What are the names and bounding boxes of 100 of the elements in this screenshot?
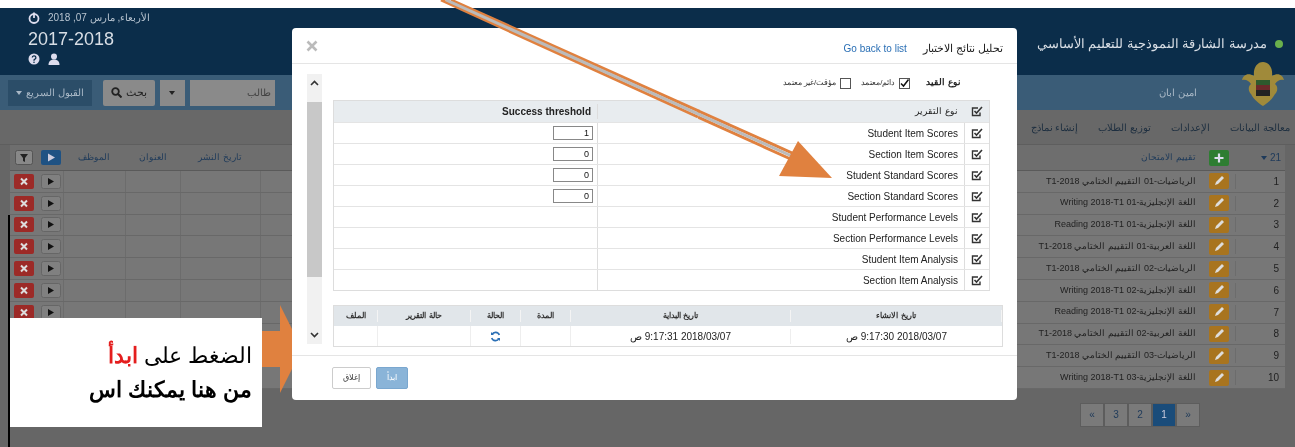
status-dot-icon (1275, 39, 1283, 48)
pencil-icon[interactable] (1208, 260, 1229, 277)
exam-name: اللغة الإنجليزية-02 Writing 2018-T1 (1059, 283, 1197, 297)
delete-icon[interactable] (14, 239, 34, 255)
report-name: Student Item Analysis (860, 252, 959, 267)
edit-check-icon[interactable] (971, 190, 983, 202)
row-number: 8 (1235, 326, 1285, 342)
scrollbar[interactable] (307, 74, 322, 344)
page-button[interactable]: » (1176, 402, 1200, 427)
report-type-column-header: نوع التقرير (913, 104, 959, 119)
report-name: Section Standard Scores (846, 189, 959, 204)
close-button[interactable]: إغلاق (332, 367, 371, 389)
report-status-column-header: حالة التقرير (378, 310, 471, 322)
threshold-input[interactable]: 1 (553, 126, 593, 140)
caret-icon (169, 90, 176, 95)
delete-icon[interactable] (14, 173, 34, 189)
page-button[interactable]: 1 (1152, 402, 1176, 427)
page-button[interactable]: « (1080, 402, 1104, 427)
edit-check-icon[interactable] (971, 148, 983, 160)
edit-check-icon[interactable] (971, 232, 983, 244)
delete-icon[interactable] (14, 217, 34, 233)
exam-name: اللغة العربية-02 التقييم الختامي 2018-T1 (1037, 327, 1197, 341)
filter-icon[interactable] (15, 150, 33, 165)
row-number: 5 (1235, 261, 1285, 277)
report-name: Section Item Scores (867, 147, 959, 162)
search-button[interactable]: بحث (102, 79, 155, 106)
start-date: 2018/03/07 9:17:31 ص (571, 328, 791, 344)
back-link[interactable]: Go back to list (843, 41, 907, 56)
row-number: 10 (1235, 370, 1285, 386)
checkbox[interactable] (899, 77, 911, 89)
created-date-column-header: تاريخ الانشاء (791, 310, 1002, 322)
caret-icon (1260, 155, 1267, 160)
menu-link[interactable]: معالجة البيانات (1230, 119, 1290, 135)
pencil-icon[interactable] (1208, 173, 1229, 190)
pencil-icon[interactable] (1208, 217, 1229, 233)
plus-icon[interactable] (1208, 149, 1229, 166)
threshold-column-header: Success threshold (334, 104, 598, 119)
threshold-input[interactable]: 0 (553, 168, 593, 182)
date-text: الأربعاء, مارس 07, 2018 (48, 11, 151, 25)
scrollbar-thumb[interactable] (307, 101, 322, 277)
edit-check-icon[interactable] (971, 211, 983, 223)
staff-column-header: الموظف (77, 150, 111, 164)
refresh-icon (490, 330, 501, 342)
publish-date-column-header: تاريخ النشر (196, 150, 243, 165)
row-number: 9 (1235, 348, 1285, 364)
pencil-icon[interactable] (1208, 238, 1229, 255)
exam-name: اللغة الإنجليزية-01 Reading 2018-T1 (1053, 218, 1197, 232)
exam-name: الرياضيات-01 التقييم الختامي 2018-T1 (1044, 174, 1197, 188)
exam-column-header: تقييم الامتحان (1140, 150, 1197, 164)
exam-name: اللغة الإنجليزية-03 Writing 2018-T1 (1059, 370, 1197, 384)
menu-link[interactable]: توزيع الطلاب (1098, 119, 1152, 135)
row-number: 3 (1235, 217, 1285, 233)
report-name: Student Item Scores (866, 126, 959, 141)
delete-icon[interactable] (14, 282, 34, 298)
pencil-icon[interactable] (1208, 369, 1229, 386)
page-button[interactable]: 2 (1128, 402, 1152, 427)
callout-text: الضغط على ابدأ (107, 339, 252, 370)
exam-name: الرياضيات-03 التقييم الختامي 2018-T1 (1044, 349, 1197, 362)
menu-link[interactable]: إنشاء نماذج (1030, 119, 1079, 135)
edit-check-icon[interactable] (971, 127, 983, 139)
search-icon (110, 87, 122, 98)
report-name: Student Performance Levels (830, 210, 959, 225)
pencil-icon[interactable] (1208, 347, 1229, 364)
report-name: Section Item Analysis (861, 273, 959, 288)
edit-check-icon[interactable] (970, 106, 983, 117)
user-name: امين ابان (1159, 86, 1197, 100)
edit-check-icon[interactable] (971, 253, 983, 265)
pencil-icon[interactable] (1208, 325, 1229, 342)
edit-check-icon[interactable] (971, 169, 983, 181)
pencil-icon[interactable] (1208, 282, 1229, 299)
threshold-input[interactable]: 0 (553, 147, 593, 161)
exam-name: اللغة الإنجليزية-01 Writing 2018-T1 (1059, 196, 1197, 210)
exam-name: اللغة العربية-01 التقييم الختامي 2018-T1 (1037, 240, 1197, 254)
pencil-icon[interactable] (1208, 195, 1229, 212)
row-number: 1 (1235, 173, 1285, 189)
play-icon[interactable] (40, 304, 61, 320)
threshold-input[interactable]: 0 (553, 189, 593, 203)
chevron-up-icon[interactable] (310, 80, 319, 86)
menu-link[interactable]: الإعدادات (1171, 119, 1211, 135)
status-column-header: الحالة (471, 310, 521, 322)
report-name: Section Performance Levels (831, 231, 959, 246)
modal-title: تحليل نتائج الاختبار (922, 41, 1003, 57)
edit-check-icon[interactable] (971, 274, 983, 286)
checkbox-label: مؤقت/غير معتمد (782, 77, 837, 89)
delete-icon[interactable] (14, 261, 34, 277)
checkbox-label: دائم/معتمد (861, 77, 896, 89)
quick-admission-dropdown[interactable]: القبول السريع (8, 79, 92, 106)
search-field[interactable]: طالب (189, 79, 275, 106)
chevron-down-icon[interactable] (310, 332, 319, 338)
callout-text: من هنا يمكنك اس (88, 375, 252, 405)
delete-icon[interactable] (14, 195, 34, 211)
page-button[interactable]: 3 (1104, 402, 1128, 427)
title-column-header: العنوان (137, 150, 168, 164)
pencil-icon[interactable] (1208, 304, 1229, 321)
row-number: 4 (1235, 239, 1285, 255)
help-icon[interactable] (28, 53, 40, 65)
checkbox[interactable] (840, 77, 852, 89)
school-name: مدرسة الشارقة النموذجية للتعليم الأساسي (1036, 35, 1267, 54)
user-icon[interactable] (48, 53, 60, 65)
start-date-column-header: تاريخ البداية (571, 310, 791, 322)
